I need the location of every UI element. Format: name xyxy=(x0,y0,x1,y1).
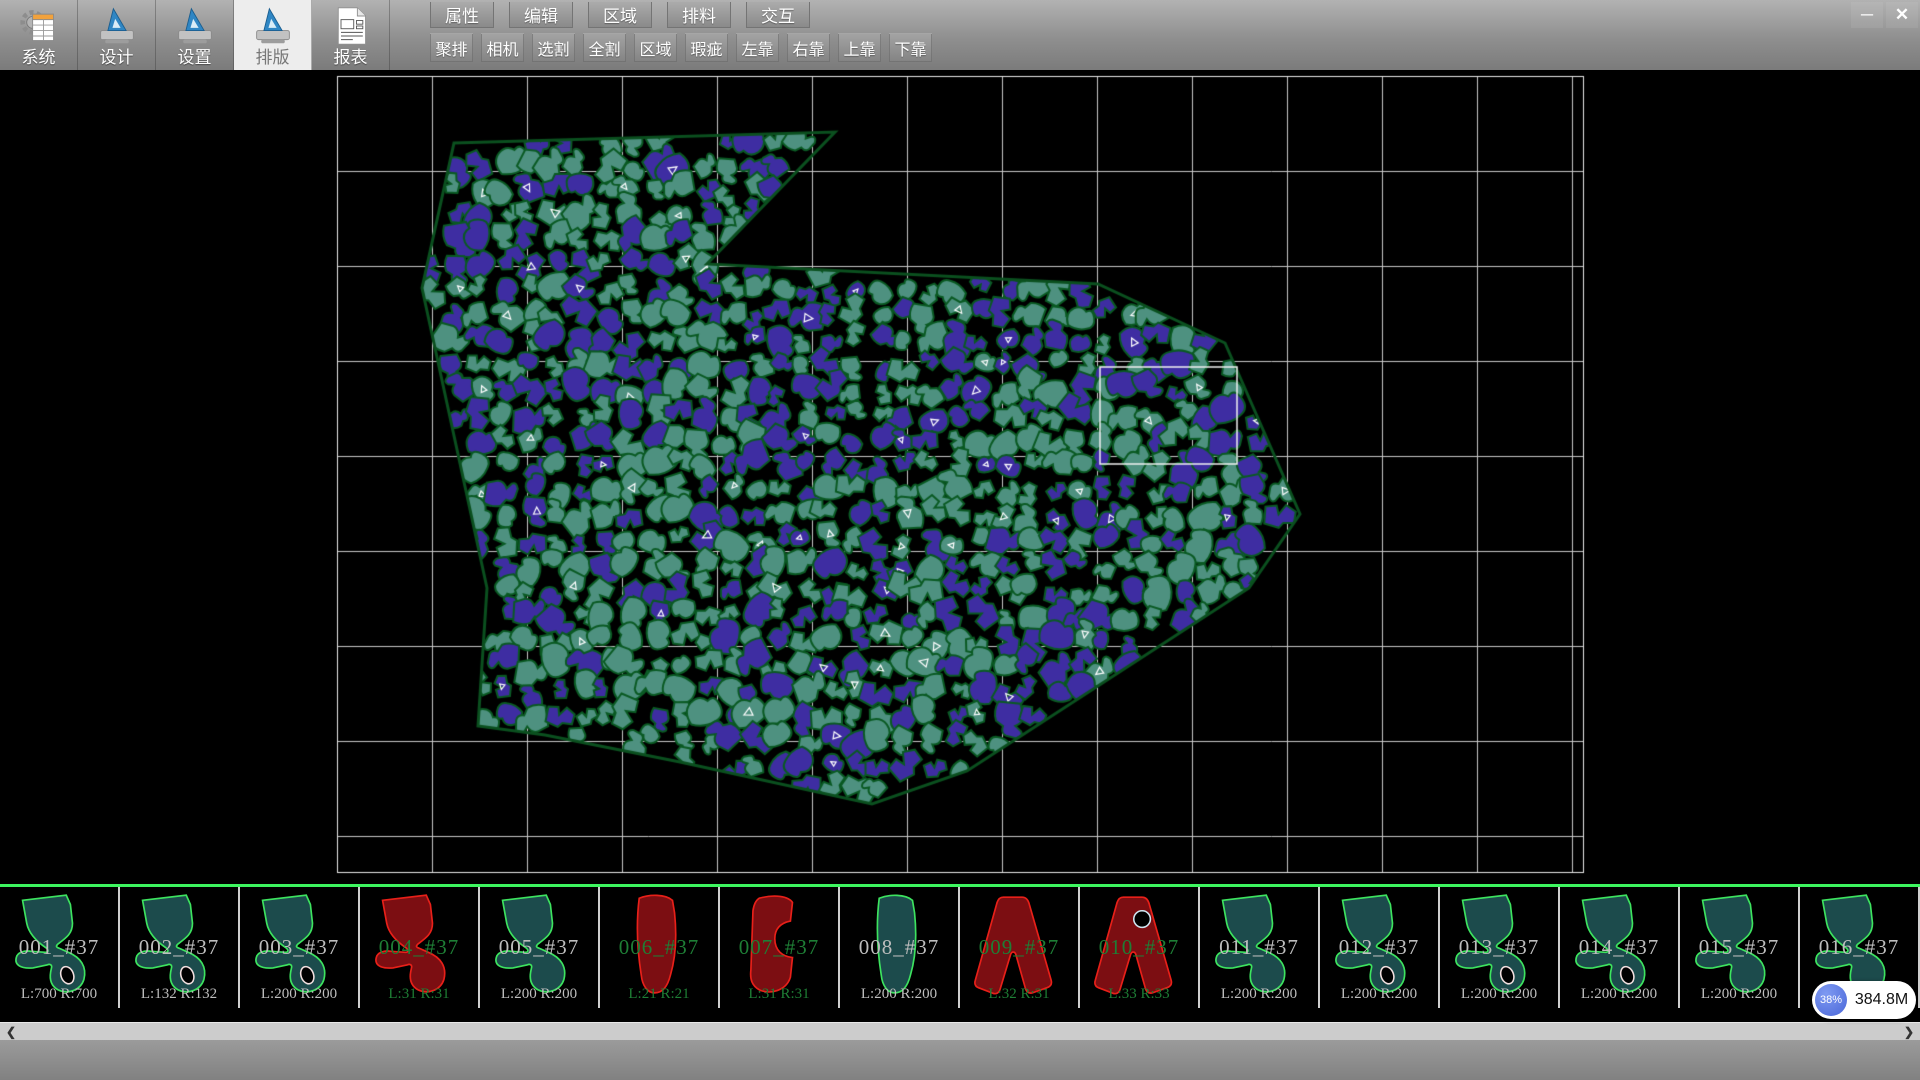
part-thumbnail[interactable]: 012_#37 L:200 R:200 xyxy=(1320,887,1440,1008)
tool-button[interactable]: 下靠 xyxy=(889,33,932,62)
tool-button[interactable]: 瑕疵 xyxy=(685,33,728,62)
part-counts: L:33 R:33 xyxy=(1080,986,1198,1003)
part-name: 008_#37 xyxy=(840,935,958,960)
part-counts: L:32 R:31 xyxy=(960,986,1078,1003)
part-counts: L:200 R:200 xyxy=(1200,986,1318,1003)
tool-button[interactable]: 左靠 xyxy=(736,33,779,62)
app-tab-settings[interactable]: 设置 xyxy=(156,0,234,70)
part-name: 011_#37 xyxy=(1200,935,1318,960)
part-thumbnail[interactable]: 013_#37 L:200 R:200 xyxy=(1440,887,1560,1008)
window-controls: ─ ✕ xyxy=(1851,2,1918,28)
part-name: 009_#37 xyxy=(960,935,1078,960)
part-thumbnail[interactable]: 011_#37 L:200 R:200 xyxy=(1200,887,1320,1008)
menu-tab-row: 属性 编辑 区域 排料 交互 xyxy=(430,2,932,28)
close-button[interactable]: ✕ xyxy=(1886,2,1918,28)
tool-button[interactable]: 聚排 xyxy=(430,33,473,62)
app-tab-label: 报表 xyxy=(334,48,368,68)
part-name: 016_#37 xyxy=(1800,935,1918,960)
part-name: 010_#37 xyxy=(1080,935,1198,960)
toolbar: 系统 设计 设置 排版 报表 xyxy=(0,0,1920,70)
part-thumbnail[interactable]: 002_#37 L:132 R:132 xyxy=(120,887,240,1008)
part-counts: L:132 R:132 xyxy=(120,986,238,1003)
part-counts: L:200 R:200 xyxy=(1560,986,1678,1003)
part-thumbnail[interactable]: 006_#37 L:21 R:21 xyxy=(600,887,720,1008)
part-counts: L:200 R:200 xyxy=(840,986,958,1003)
part-name: 004_#37 xyxy=(360,935,478,960)
part-counts: L:200 R:200 xyxy=(240,986,358,1003)
tool-button[interactable]: 选割 xyxy=(532,33,575,62)
system-icon xyxy=(18,3,60,48)
app-tab-bar: 系统 设计 设置 排版 报表 xyxy=(0,0,390,70)
part-thumbnail[interactable]: 003_#37 L:200 R:200 xyxy=(240,887,360,1008)
tool-button-row: 聚排 相机 选割 全割 区域 瑕疵 左靠 右靠 上靠 下靠 xyxy=(430,33,932,62)
part-counts: L:200 R:200 xyxy=(480,986,598,1003)
part-name: 002_#37 xyxy=(120,935,238,960)
part-thumbnail[interactable]: 001_#37 L:700 R:700 xyxy=(0,887,120,1008)
part-counts: L:700 R:700 xyxy=(0,986,118,1003)
part-name: 007_#37 xyxy=(720,935,838,960)
report-icon xyxy=(330,3,372,48)
nesting-canvas[interactable] xyxy=(0,70,1920,884)
memory-usage: 384.8M xyxy=(1847,991,1916,1009)
app-tab-label: 系统 xyxy=(22,48,56,68)
tool-button[interactable]: 全割 xyxy=(583,33,626,62)
part-name: 005_#37 xyxy=(480,935,598,960)
nesting-workspace xyxy=(0,70,1920,884)
menu-area: 属性 编辑 区域 排料 交互 聚排 相机 选割 全割 区域 瑕疵 左靠 右靠 上… xyxy=(430,0,932,70)
app-tab-label: 设计 xyxy=(100,48,134,68)
app-tab-design[interactable]: 设计 xyxy=(78,0,156,70)
parts-panel: 001_#37 L:700 R:700 002_#37 L:132 R:132 … xyxy=(0,884,1920,1008)
layout-icon xyxy=(252,3,294,48)
tool-button[interactable]: 上靠 xyxy=(838,33,881,62)
part-thumbnail[interactable]: 015_#37 L:200 R:200 xyxy=(1680,887,1800,1008)
part-name: 014_#37 xyxy=(1560,935,1678,960)
part-name: 003_#37 xyxy=(240,935,358,960)
part-thumbnail[interactable]: 004_#37 L:31 R:31 xyxy=(360,887,480,1008)
part-name: 006_#37 xyxy=(600,935,718,960)
tool-button[interactable]: 相机 xyxy=(481,33,524,62)
part-thumbnail[interactable]: 010_#37 L:33 R:33 xyxy=(1080,887,1200,1008)
window-bottom-chrome xyxy=(0,1040,1920,1080)
part-counts: L:200 R:200 xyxy=(1320,986,1438,1003)
menu-tab[interactable]: 交互 xyxy=(746,2,810,28)
app-tab-report[interactable]: 报表 xyxy=(312,0,390,70)
part-thumbnail[interactable]: 014_#37 L:200 R:200 xyxy=(1560,887,1680,1008)
part-counts: L:200 R:200 xyxy=(1680,986,1798,1003)
part-counts: L:200 R:200 xyxy=(1440,986,1558,1003)
minimize-button[interactable]: ─ xyxy=(1851,2,1883,28)
part-counts: L:31 R:31 xyxy=(360,986,478,1003)
part-name: 001_#37 xyxy=(0,935,118,960)
part-name: 015_#37 xyxy=(1680,935,1798,960)
part-thumbnail[interactable]: 009_#37 L:32 R:31 xyxy=(960,887,1080,1008)
progress-percent: 38% xyxy=(1815,984,1847,1016)
scroll-right-icon[interactable]: ❯ xyxy=(1898,1023,1920,1041)
part-name: 013_#37 xyxy=(1440,935,1558,960)
menu-tab[interactable]: 区域 xyxy=(588,2,652,28)
application-window: 系统 设计 设置 排版 报表 xyxy=(0,0,1920,1080)
app-tab-system[interactable]: 系统 xyxy=(0,0,78,70)
app-tab-layout[interactable]: 排版 xyxy=(234,0,312,70)
horizontal-scrollbar[interactable]: ❮ ❯ xyxy=(0,1022,1920,1040)
app-tab-label: 设置 xyxy=(178,48,212,68)
part-counts: L:21 R:21 xyxy=(600,986,718,1003)
part-thumbnail[interactable]: 007_#37 L:31 R:31 xyxy=(720,887,840,1008)
menu-tab[interactable]: 属性 xyxy=(430,2,494,28)
part-counts: L:31 R:31 xyxy=(720,986,838,1003)
part-name: 012_#37 xyxy=(1320,935,1438,960)
menu-tab[interactable]: 编辑 xyxy=(509,2,573,28)
part-thumbnail[interactable]: 005_#37 L:200 R:200 xyxy=(480,887,600,1008)
scroll-left-icon[interactable]: ❮ xyxy=(0,1023,22,1041)
design-icon xyxy=(96,3,138,48)
settings-icon xyxy=(174,3,216,48)
menu-tab[interactable]: 排料 xyxy=(667,2,731,28)
tool-button[interactable]: 区域 xyxy=(634,33,677,62)
part-thumbnail[interactable]: 008_#37 L:200 R:200 xyxy=(840,887,960,1008)
app-tab-label: 排版 xyxy=(256,48,290,68)
progress-badge: 38% 384.8M xyxy=(1812,981,1916,1019)
tool-button[interactable]: 右靠 xyxy=(787,33,830,62)
